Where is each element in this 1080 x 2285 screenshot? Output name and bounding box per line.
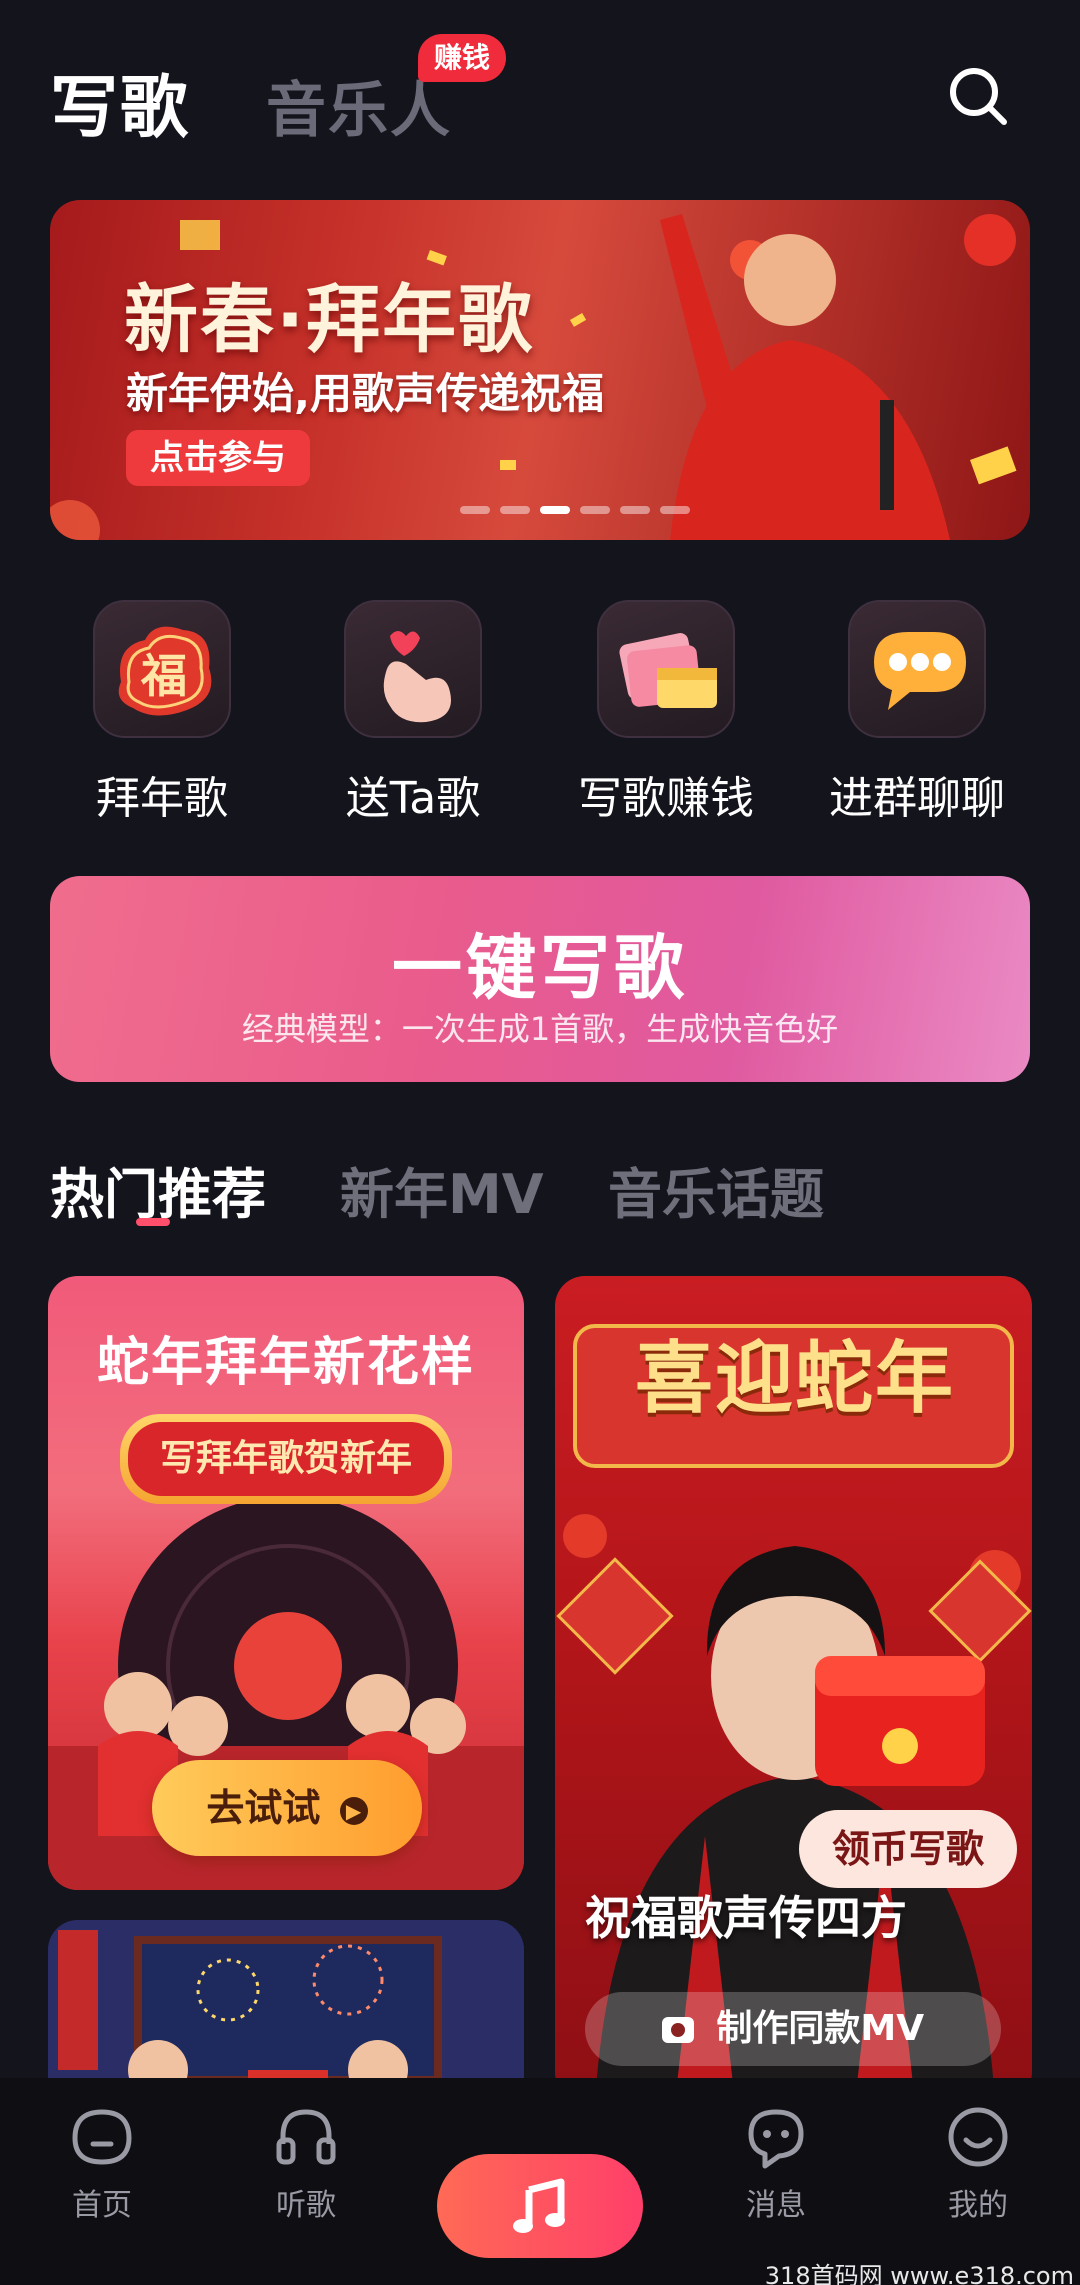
banner-dot-active — [540, 506, 570, 514]
nav-label: 首页 — [72, 2188, 132, 2223]
watermark-text: 318首码网 www.e318.com — [764, 2262, 1074, 2285]
search-button[interactable] — [946, 64, 1010, 128]
tab-music-topics[interactable]: 音乐话题 — [608, 1150, 824, 1229]
quick-item-label: 写歌赚钱 — [578, 773, 754, 824]
top-header: 写歌 音乐人 赚钱 — [0, 0, 1080, 190]
card-scroll-banner: 写拜年歌贺新年 — [120, 1414, 452, 1504]
one-key-title: 一键写歌 — [392, 927, 688, 1009]
nav-label: 消息 — [746, 2188, 806, 2223]
banner-dot — [620, 506, 650, 514]
section-tabs: 热门推荐 新年MV 音乐话题 — [0, 1150, 1080, 1240]
quick-item-send-song[interactable]: 送Ta歌 — [308, 600, 518, 826]
fu-blessing-icon: 福 — [93, 600, 231, 738]
banner-subtitle: 新年伊始,用歌声传递祝福 — [126, 369, 604, 418]
quick-item-new-year-song[interactable]: 福 拜年歌 — [57, 600, 267, 826]
banner-join-button[interactable]: 点击参与 — [126, 430, 310, 486]
banner-dot — [580, 506, 610, 514]
nav-messages[interactable]: 消息 — [706, 2104, 846, 2224]
try-it-button[interactable]: 去试试 ▶ — [152, 1760, 422, 1856]
quick-item-label: 拜年歌 — [96, 773, 228, 824]
quick-item-label: 送Ta歌 — [345, 773, 481, 824]
active-tab-indicator — [136, 1218, 170, 1226]
arrow-right-icon: ▶ — [339, 1796, 368, 1825]
camera-icon — [661, 2017, 694, 2043]
nav-profile[interactable]: 我的 — [908, 2104, 1048, 2224]
card-caption: 祝福歌声传四方 — [585, 1891, 907, 1945]
feed-card-new-year-song[interactable]: 蛇年拜年新花样 写拜年歌贺新年 去试试 ▶ — [48, 1276, 524, 1890]
one-key-subtitle: 经典模型：一次生成1首歌，生成快音色好 — [241, 1010, 839, 1048]
money-stack-icon — [597, 600, 735, 738]
smile-face-icon — [948, 2107, 1008, 2167]
tab-write-song[interactable]: 写歌 — [50, 52, 190, 151]
feed-card-blessing-mv[interactable]: 喜迎蛇年 领币写歌 祝福歌声传四方 制作同款MV — [555, 1276, 1032, 2102]
message-bubble-icon — [748, 2109, 804, 2169]
quick-item-join-group[interactable]: 进群聊聊 — [812, 600, 1022, 826]
nav-home[interactable]: 首页 — [32, 2104, 172, 2224]
make-same-mv-label: 制作同款MV — [716, 2008, 925, 2049]
nav-label: 我的 — [948, 2188, 1008, 2223]
tab-new-year-mv[interactable]: 新年MV — [340, 1150, 544, 1229]
promo-banner[interactable]: 新春·拜年歌 新年伊始,用歌声传递祝福 点击参与 — [50, 200, 1030, 540]
card-headline: 喜迎蛇年 — [634, 1334, 955, 1424]
quick-item-label: 进群聊聊 — [829, 773, 1005, 824]
collect-coin-button[interactable]: 领币写歌 — [799, 1810, 1017, 1888]
svg-text:福: 福 — [140, 649, 187, 703]
music-note-icon — [513, 2178, 565, 2233]
nav-create-music-button[interactable] — [437, 2154, 643, 2258]
nav-listen[interactable]: 听歌 — [236, 2104, 376, 2224]
earn-badge: 赚钱 — [418, 34, 507, 82]
one-key-write-song-button[interactable]: 一键写歌 经典模型：一次生成1首歌，生成快音色好 — [50, 876, 1030, 1082]
banner-title: 新春·拜年歌 — [124, 277, 535, 363]
banner-dot — [460, 506, 490, 514]
try-it-label: 去试试 — [206, 1786, 321, 1830]
quick-item-earn-money[interactable]: 写歌赚钱 — [561, 600, 771, 826]
banner-dot — [500, 506, 530, 514]
home-face-icon — [72, 2109, 132, 2165]
finger-heart-icon — [344, 600, 482, 738]
card-scroll-text: 写拜年歌贺新年 — [128, 1422, 444, 1496]
search-icon — [950, 68, 1007, 125]
nav-label: 听歌 — [276, 2188, 336, 2223]
headphones-icon — [276, 2109, 336, 2165]
card-title: 蛇年拜年新花样 — [96, 1333, 475, 1393]
banner-dot — [660, 506, 690, 514]
bottom-navigation: 首页 听歌 消息 我的 318首码网 www.e318.com — [0, 2078, 1080, 2285]
quick-entry-grid: 福 拜年歌 送Ta歌 写歌赚钱 进群聊聊 — [0, 600, 1080, 830]
make-same-mv-button[interactable]: 制作同款MV — [585, 1992, 1001, 2066]
banner-pagination — [460, 506, 690, 514]
chat-bubble-icon — [848, 600, 986, 738]
